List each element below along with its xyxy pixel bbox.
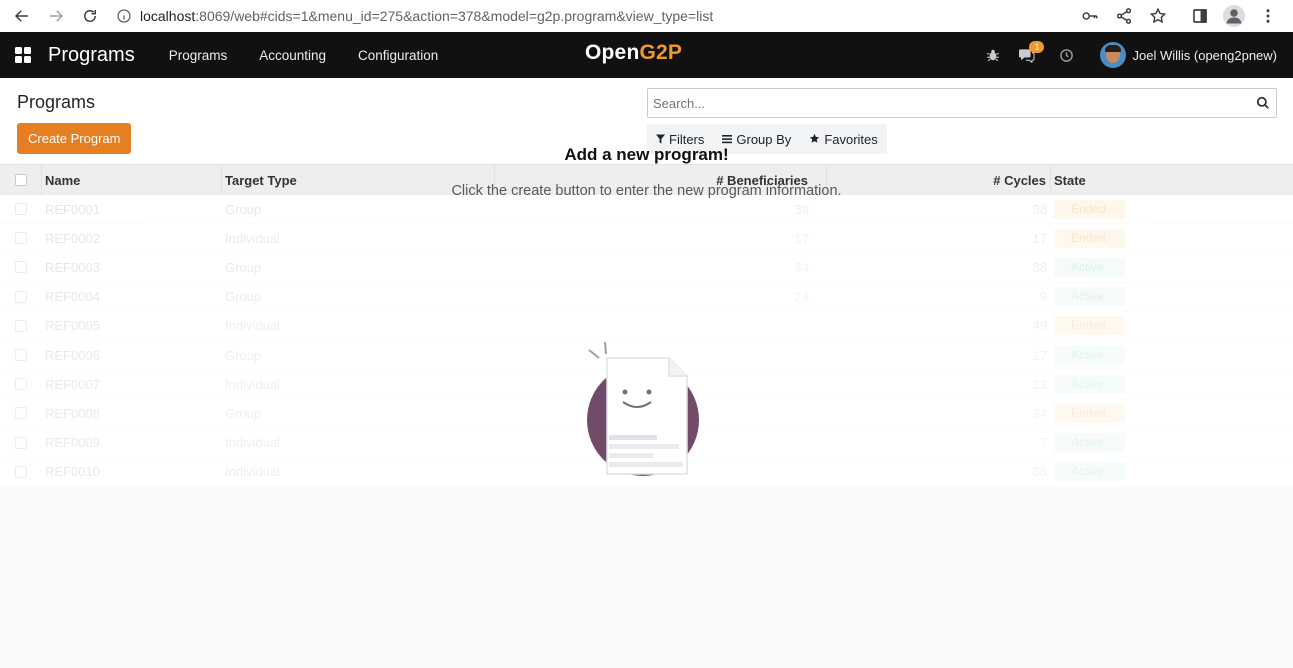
reload-icon[interactable]: [76, 2, 104, 30]
arrow-back-icon[interactable]: [8, 2, 36, 30]
info-icon[interactable]: [116, 8, 132, 24]
menu-accounting[interactable]: Accounting: [243, 48, 342, 63]
key-icon[interactable]: [1075, 2, 1105, 30]
share-icon[interactable]: [1109, 2, 1139, 30]
search-icon[interactable]: [1250, 96, 1276, 110]
empty-document-illustration: [586, 341, 699, 476]
search-input[interactable]: [648, 95, 1250, 111]
menu-programs[interactable]: Programs: [153, 48, 244, 63]
url-host: localhost: [140, 8, 196, 24]
arrow-forward-icon[interactable]: [42, 2, 70, 30]
bug-icon[interactable]: [986, 48, 1000, 62]
url-text: localhost:8069/web#cids=1&menu_id=275&ac…: [140, 8, 713, 24]
no-content-helper: [0, 340, 1293, 480]
apps-grid-icon[interactable]: [14, 46, 44, 64]
address-bar[interactable]: localhost:8069/web#cids=1&menu_id=275&ac…: [110, 3, 1075, 29]
helper-text: Click the create button to enter the new…: [451, 183, 842, 199]
profile-icon[interactable]: [1219, 2, 1249, 30]
browser-toolbar: localhost:8069/web#cids=1&menu_id=275&ac…: [0, 0, 1293, 32]
messages-badge: 1: [1029, 40, 1045, 53]
chat-icon[interactable]: 1: [1018, 40, 1045, 63]
avatar: [1100, 42, 1127, 68]
url-path: :8069/web#cids=1&menu_id=275&action=378&…: [195, 8, 714, 24]
brand-part1: Open: [585, 41, 640, 64]
brand-logo: OpenG2P: [585, 41, 682, 65]
side-panel-icon[interactable]: [1185, 2, 1215, 30]
overlay-bottom: [0, 487, 1293, 668]
page-title: Programs: [17, 92, 96, 112]
kebab-menu-icon[interactable]: [1253, 2, 1283, 30]
main-navbar: Programs Programs Accounting Configurati…: [0, 32, 1293, 78]
search-box: [647, 88, 1277, 118]
helper-title: Add a new program!: [564, 145, 729, 164]
brand-part2: G2P: [639, 41, 683, 64]
app-title[interactable]: Programs: [48, 44, 135, 67]
user-menu[interactable]: Joel Willis (openg2pnew): [1100, 42, 1277, 68]
star-icon[interactable]: [1143, 2, 1173, 30]
clock-icon[interactable]: [1059, 48, 1074, 63]
menu-configuration[interactable]: Configuration: [342, 48, 454, 63]
user-name: Joel Willis (openg2pnew): [1132, 47, 1277, 63]
